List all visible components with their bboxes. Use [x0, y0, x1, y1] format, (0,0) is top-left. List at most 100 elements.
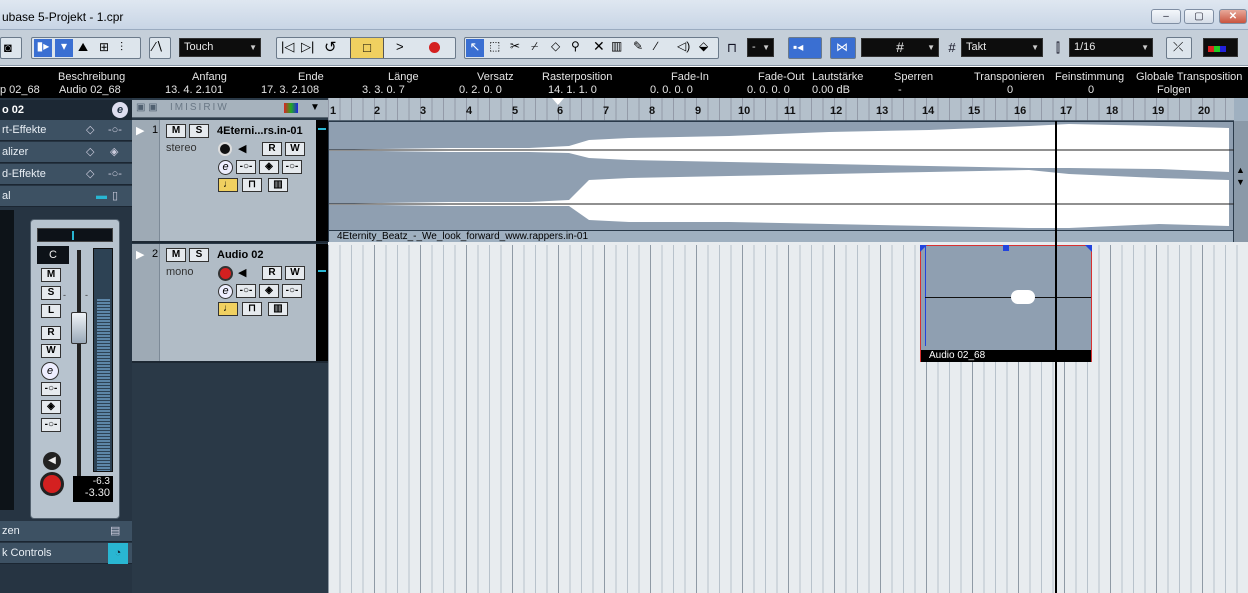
track-2-write-button[interactable]: W — [285, 266, 305, 280]
range-select-icon[interactable]: ⬚ — [489, 39, 500, 53]
track-1-lock-icon[interactable]: ⊓ — [242, 178, 262, 192]
strip-send-bypass-icon[interactable]: -○- — [41, 418, 61, 432]
track-2-monitor-icon[interactable]: ◀ — [238, 266, 246, 279]
pool-toggle-icon[interactable]: ⊞ — [99, 40, 109, 54]
info-value-start[interactable]: 13. 4. 2.101 — [165, 84, 223, 96]
strip-solo-button[interactable]: S — [41, 286, 61, 300]
track-1[interactable]: ▶ 1 M S 4Eterni...rs.in-01 stereo ◀ R W … — [132, 120, 328, 243]
mute-tool-icon[interactable]: ✕ — [593, 38, 605, 55]
track-list-menu-icon[interactable]: ▼ — [310, 102, 320, 113]
maximize-button[interactable]: ▢ — [1184, 9, 1214, 24]
snap-type-select[interactable]: Takt ▼ — [961, 38, 1043, 57]
erase-icon[interactable]: ◇ — [551, 39, 560, 53]
info-value-end[interactable]: 17. 3. 2.108 — [261, 84, 319, 96]
strip-mute-button[interactable]: M — [41, 268, 61, 282]
track-1-record-icon[interactable] — [218, 142, 232, 156]
track-1-timebase-icon[interactable]: ♩ — [218, 178, 238, 192]
info-value-length[interactable]: 3. 3. 0. 7 — [362, 84, 405, 96]
track-1-name[interactable]: 4Eterni...rs.in-01 — [217, 125, 303, 137]
snap-zero-icon[interactable]: ⋈ — [830, 37, 856, 59]
fader-readout[interactable]: -6.3 -3.30 — [73, 476, 113, 502]
project-activate-icon[interactable]: ◙ — [0, 37, 22, 59]
object-select-icon[interactable]: ↖ — [466, 39, 484, 57]
speaker-icon[interactable]: ◁) — [677, 39, 690, 53]
track-2-lock-icon[interactable]: ⊓ — [242, 302, 262, 316]
track-2-mute-button[interactable]: M — [166, 248, 186, 262]
line-icon[interactable]: ∕ — [655, 39, 657, 53]
expand-icon[interactable]: ▶ — [136, 124, 144, 137]
audio-event-1[interactable]: 4Eternity_Beatz_-_We_look_forward_www.ra… — [328, 121, 1235, 242]
record-icon[interactable] — [429, 42, 440, 53]
play-icon[interactable]: > — [396, 39, 404, 54]
left-locator-marker[interactable] — [552, 98, 564, 105]
track-list-view-icon[interactable]: ▣ ▣ — [136, 102, 158, 113]
track-2-read-button[interactable]: R — [262, 266, 282, 280]
go-to-previous-icon[interactable]: |◁ — [281, 39, 294, 55]
track-2-eq-icon[interactable]: ◈ — [259, 284, 279, 298]
automation-icon[interactable]: ∕∖ — [149, 37, 171, 59]
inspector-section-quick-controls[interactable]: k Controls ◔ — [0, 543, 132, 564]
inspector-section-inserts[interactable]: rt-Effekte ◇ -○- — [0, 120, 132, 141]
audio-event-2[interactable]: Audio 02_68 — [920, 245, 1092, 362]
overview-toggle-icon[interactable]: ⛰ — [78, 40, 88, 55]
track-2-name[interactable]: Audio 02 — [217, 249, 263, 261]
cycle-icon[interactable]: ↺ — [324, 38, 337, 56]
strip-eq-bypass-icon[interactable]: ◈ — [41, 400, 61, 414]
track-1-lanes-icon[interactable]: ▥ — [268, 178, 288, 192]
minimize-button[interactable]: – — [1151, 9, 1181, 24]
infoline-toggle-icon[interactable]: ▾ — [55, 39, 73, 57]
track-1-send-icon[interactable]: -○- — [282, 160, 302, 174]
scroll-up-icon[interactable]: ▲ — [1236, 165, 1245, 175]
track-1-monitor-icon[interactable]: ◀ — [238, 142, 246, 155]
volume-handle[interactable] — [1003, 245, 1009, 251]
strip-write-button[interactable]: W — [41, 344, 61, 358]
color-select[interactable] — [1203, 38, 1238, 57]
track-1-eq-icon[interactable]: ◈ — [259, 160, 279, 174]
track-1-mute-button[interactable]: M — [166, 124, 186, 138]
info-value-snap[interactable]: 14. 1. 1. 0 — [548, 84, 597, 96]
track-2-lanes-icon[interactable]: ▥ — [268, 302, 288, 316]
playhead-cursor[interactable] — [1055, 121, 1057, 593]
glue-icon[interactable]: ⌿ — [531, 39, 538, 54]
vertical-scroll-strip[interactable]: ▲ ▼ — [1234, 121, 1248, 242]
track-2-insert-icon[interactable]: -○- — [236, 284, 256, 298]
inspector-section-channel[interactable]: al ▬ ▯ — [0, 186, 132, 207]
info-value-description[interactable]: Audio 02_68 — [59, 84, 121, 96]
quick-controls-icon[interactable]: ◔ — [108, 543, 128, 564]
inspector-section-equalizer[interactable]: alizer ◇ ◈ — [0, 142, 132, 163]
go-to-next-icon[interactable]: ▷| — [301, 39, 314, 55]
monitor-icon[interactable]: ◀ — [43, 452, 61, 470]
track-list-filter-icons[interactable]: IMISIRIW — [170, 102, 229, 113]
record-enable-icon[interactable] — [40, 472, 64, 496]
pan-value[interactable]: C — [37, 246, 69, 264]
bar-ruler[interactable]: 1 2 3 4 5 6 7 8 9 10 11 12 13 14 15 16 1… — [328, 98, 1248, 121]
track-2-solo-button[interactable]: S — [189, 248, 209, 262]
inspector-section-notepad[interactable]: zen ▤ — [0, 521, 132, 542]
strip-read-button[interactable]: R — [41, 326, 61, 340]
track-1-write-button[interactable]: W — [285, 142, 305, 156]
track-1-insert-icon[interactable]: -○- — [236, 160, 256, 174]
autoscroll-icon[interactable]: ⊓ — [723, 38, 741, 58]
strip-edit-icon[interactable]: e — [41, 362, 59, 380]
comp-icon[interactable]: ▥ — [611, 39, 622, 53]
grid-select[interactable]: # ▼ — [861, 38, 939, 57]
strip-listen-button[interactable]: L — [41, 304, 61, 318]
draw-icon[interactable]: ✎ — [633, 39, 643, 53]
scroll-down-icon[interactable]: ▼ — [1236, 177, 1245, 187]
inspector-section-sends[interactable]: d-Effekte ◇ -○- — [0, 164, 132, 185]
quantize-select[interactable]: 1/16 ▼ — [1069, 38, 1153, 57]
info-value-global-transpose[interactable]: Folgen — [1157, 84, 1191, 96]
track-1-edit-icon[interactable]: e — [218, 160, 233, 175]
zoom-icon[interactable]: ⚲ — [571, 39, 580, 53]
fade-in-handle[interactable] — [920, 245, 927, 252]
crossfade-icon[interactable]: ⤫ — [1166, 37, 1192, 59]
info-value-offset[interactable]: 0. 2. 0. 0 — [459, 84, 502, 96]
track-2-timebase-icon[interactable]: ♩ — [218, 302, 238, 316]
automation-mode-select[interactable]: Touch ▼ — [179, 38, 261, 57]
info-value-fadeout[interactable]: 0. 0. 0. 0 — [747, 84, 790, 96]
info-value-fadein[interactable]: 0. 0. 0. 0 — [650, 84, 693, 96]
track-1-read-button[interactable]: R — [262, 142, 282, 156]
ruler-menu-icon[interactable] — [1234, 98, 1248, 121]
color-tool-icon[interactable]: ⬙ — [699, 39, 708, 53]
track-2-send-icon[interactable]: -○- — [282, 284, 302, 298]
